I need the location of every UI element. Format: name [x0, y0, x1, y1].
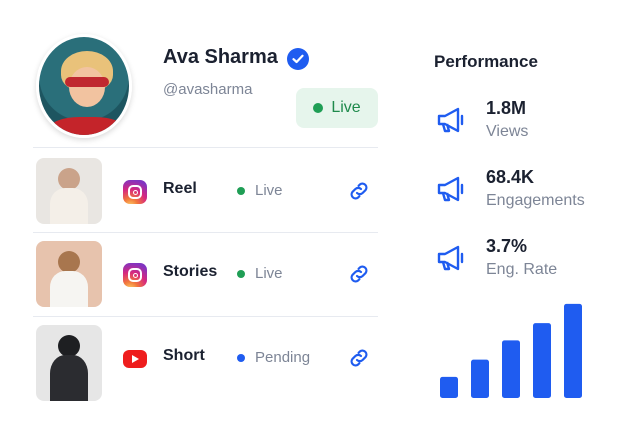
megaphone-icon [437, 176, 464, 202]
stat-label: Engagements [486, 192, 585, 209]
youtube-icon [123, 350, 147, 368]
profile-name: Ava Sharma [163, 46, 278, 68]
content-row-short[interactable]: Short Pending [33, 325, 378, 401]
profile-handle: @avasharma [163, 81, 253, 98]
stat-eng-rate: 3.7% Eng. Rate [434, 236, 614, 286]
avatar-shirt [49, 117, 125, 135]
profile-avatar [36, 34, 132, 138]
thumbnail-figure-head [58, 335, 80, 357]
avatar-face [69, 67, 105, 107]
link-icon[interactable] [347, 346, 371, 370]
content-type-label: Reel [163, 180, 197, 197]
stat-label: Views [486, 123, 529, 140]
stat-views: 1.8M Views [434, 98, 614, 148]
divider [33, 147, 378, 148]
content-row-stories[interactable]: Stories Live [33, 241, 378, 307]
content-status-label: Pending [255, 349, 311, 366]
content-type-label: Short [163, 347, 205, 364]
content-thumbnail [36, 325, 102, 401]
live-dot-icon [313, 103, 324, 113]
thumbnail-figure-body [50, 188, 88, 224]
instagram-icon [123, 180, 147, 204]
stat-engagements: 68.4K Engagements [434, 167, 614, 217]
live-status-badge: Live [296, 88, 378, 128]
verified-check-icon [287, 48, 309, 70]
stat-label: Eng. Rate [486, 261, 558, 278]
live-status-label: Live [331, 99, 361, 116]
performance-title: Performance [434, 52, 538, 71]
megaphone-icon [437, 245, 464, 271]
content-row-reel[interactable]: Reel Live [33, 158, 378, 224]
performance-bar [471, 359, 489, 398]
status-dot-icon [237, 269, 245, 278]
performance-bar [564, 303, 582, 398]
thumbnail-figure-head [58, 251, 80, 273]
performance-bar [533, 323, 551, 398]
status-dot-icon [237, 186, 245, 195]
content-status: Pending [237, 349, 310, 366]
content-status: Live [237, 265, 283, 282]
thumbnail-figure-head [58, 168, 80, 190]
content-status: Live [237, 182, 283, 199]
stat-value: 68.4K [486, 167, 535, 187]
stat-value: 1.8M [486, 98, 527, 118]
divider [33, 232, 378, 233]
megaphone-icon [437, 107, 464, 133]
content-type-label: Stories [163, 263, 218, 280]
content-status-label: Live [255, 265, 283, 282]
instagram-icon [123, 263, 147, 287]
avatar-sunglasses [65, 77, 109, 87]
performance-bar [502, 340, 520, 398]
status-dot-icon [237, 353, 245, 362]
divider [33, 316, 378, 317]
link-icon[interactable] [347, 262, 371, 286]
stat-value: 3.7% [486, 236, 528, 256]
performance-bar-chart [440, 303, 582, 398]
performance-bar [440, 376, 458, 398]
content-thumbnail [36, 241, 102, 307]
thumbnail-figure-body [50, 271, 88, 307]
content-status-label: Live [255, 182, 283, 199]
link-icon[interactable] [347, 179, 371, 203]
thumbnail-figure-body [50, 355, 88, 401]
content-thumbnail [36, 158, 102, 224]
